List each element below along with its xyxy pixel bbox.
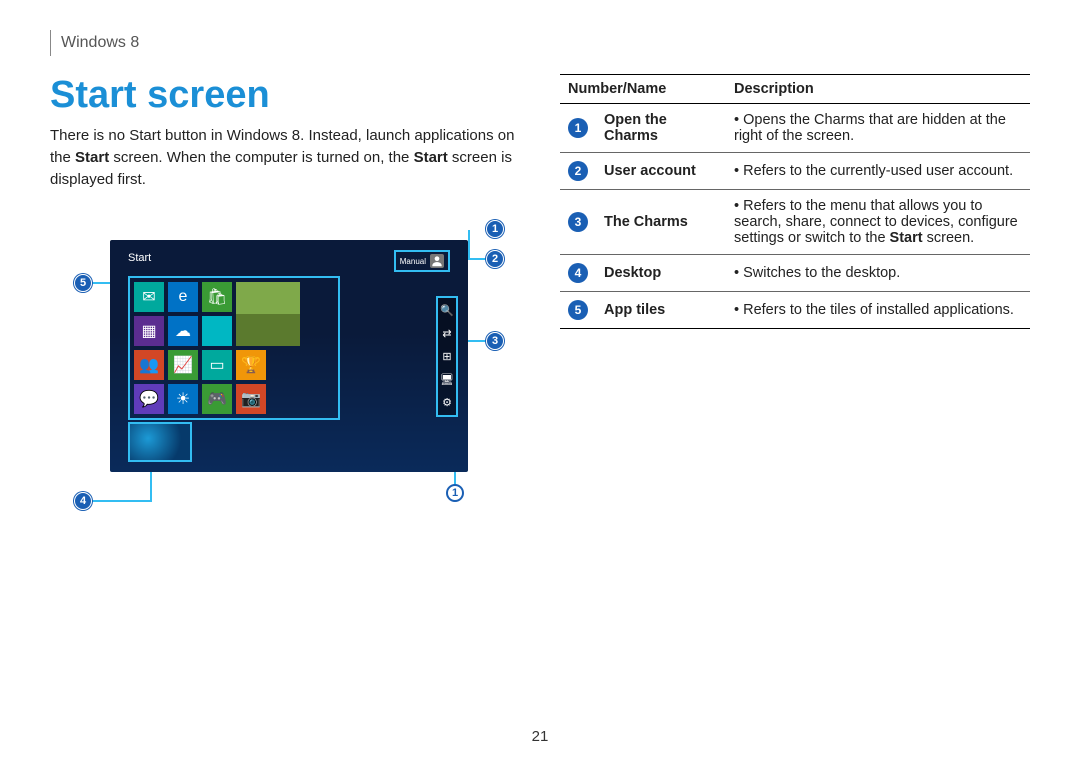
row-desc: Refers to the tiles of installed applica… bbox=[734, 302, 1022, 318]
leader-line bbox=[468, 230, 470, 258]
leader-line bbox=[150, 472, 152, 500]
store-tile: 🛍 bbox=[202, 282, 232, 312]
start-screen-figure: Start Manual ✉ e 🛍 ▦ ☁ bbox=[50, 220, 520, 540]
search-charm-icon: 🔍 bbox=[440, 304, 454, 317]
row-desc: Refers to the menu that allows you to se… bbox=[734, 198, 1022, 246]
finance-tile: 📈 bbox=[168, 350, 198, 380]
table-row: 5 App tiles Refers to the tiles of insta… bbox=[560, 292, 1030, 329]
row-name: The Charms bbox=[596, 190, 726, 255]
row-num-badge: 5 bbox=[568, 300, 588, 320]
row-name: App tiles bbox=[596, 292, 726, 329]
share-charm-icon: ⇄ bbox=[442, 327, 451, 340]
callout-5: 5 bbox=[74, 274, 92, 292]
table-row: 4 Desktop Switches to the desktop. bbox=[560, 255, 1030, 292]
row-num-badge: 2 bbox=[568, 161, 588, 181]
camera-tile: 📷 bbox=[236, 384, 266, 414]
row-name: Open the Charms bbox=[596, 104, 726, 153]
row-num-badge: 1 bbox=[568, 118, 588, 138]
row-name: Desktop bbox=[596, 255, 726, 292]
leader-line bbox=[92, 500, 152, 502]
settings-charm-icon: ⚙ bbox=[442, 396, 452, 409]
devices-charm-icon: 🖥 bbox=[440, 373, 454, 386]
table-row: 2 User account Refers to the currently-u… bbox=[560, 153, 1030, 190]
start-label: Start bbox=[128, 252, 151, 264]
section-header: Windows 8 bbox=[50, 30, 1030, 56]
photo-tile bbox=[236, 282, 300, 346]
charms-bar: 🔍 ⇄ ⊞ 🖥 ⚙ bbox=[436, 296, 458, 417]
row-name: User account bbox=[596, 153, 726, 190]
leader-line bbox=[92, 282, 110, 284]
table-row: 1 Open the Charms Opens the Charms that … bbox=[560, 104, 1030, 153]
leader-line bbox=[468, 258, 486, 260]
weather-tile: ☀ bbox=[168, 384, 198, 414]
user-name: Manual bbox=[400, 257, 426, 266]
row-desc: Opens the Charms that are hidden at the … bbox=[734, 112, 1022, 144]
callout-4: 4 bbox=[74, 492, 92, 510]
trophy-tile: 🏆 bbox=[236, 350, 266, 380]
user-account-area: Manual bbox=[394, 250, 450, 272]
games-tile: 🎮 bbox=[202, 384, 232, 414]
people-tile: 👥 bbox=[134, 350, 164, 380]
row-num-badge: 3 bbox=[568, 212, 588, 232]
row-desc: Switches to the desktop. bbox=[734, 265, 1022, 281]
calendar-tile: ▦ bbox=[134, 316, 164, 346]
left-column: Start screen There is no Start button in… bbox=[50, 74, 520, 540]
right-column: Number/Name Description 1 Open the Charm… bbox=[560, 74, 1030, 540]
app-tiles-area: ✉ e 🛍 ▦ ☁ 👥 📈 ▭ 🏆 💬 ☀ bbox=[128, 276, 340, 420]
table-row: 3 The Charms Refers to the menu that all… bbox=[560, 190, 1030, 255]
section-label: Windows 8 bbox=[61, 34, 139, 52]
callout-1-open: 1 bbox=[446, 484, 464, 502]
music-tile bbox=[202, 316, 232, 346]
mail-tile: ✉ bbox=[134, 282, 164, 312]
leader-line bbox=[468, 340, 486, 342]
callout-3: 3 bbox=[486, 332, 504, 350]
page-title: Start screen bbox=[50, 74, 520, 117]
ie-tile: e bbox=[168, 282, 198, 312]
row-desc: Refers to the currently-used user accoun… bbox=[734, 163, 1022, 179]
desktop-tile bbox=[128, 422, 192, 462]
skydrive-tile: ☁ bbox=[168, 316, 198, 346]
col-header-numname: Number/Name bbox=[560, 75, 726, 104]
col-header-desc: Description bbox=[726, 75, 1030, 104]
page-number: 21 bbox=[0, 728, 1080, 745]
start-charm-icon: ⊞ bbox=[442, 350, 451, 363]
intro-paragraph: There is no Start button in Windows 8. I… bbox=[50, 125, 520, 190]
windows8-start-screenshot: Start Manual ✉ e 🛍 ▦ ☁ bbox=[110, 240, 468, 472]
video-tile: ▭ bbox=[202, 350, 232, 380]
user-avatar-icon bbox=[430, 254, 444, 268]
chat-tile: 💬 bbox=[134, 384, 164, 414]
callout-2: 2 bbox=[486, 250, 504, 268]
definitions-table: Number/Name Description 1 Open the Charm… bbox=[560, 74, 1030, 329]
callout-1: 1 bbox=[486, 220, 504, 238]
row-num-badge: 4 bbox=[568, 263, 588, 283]
